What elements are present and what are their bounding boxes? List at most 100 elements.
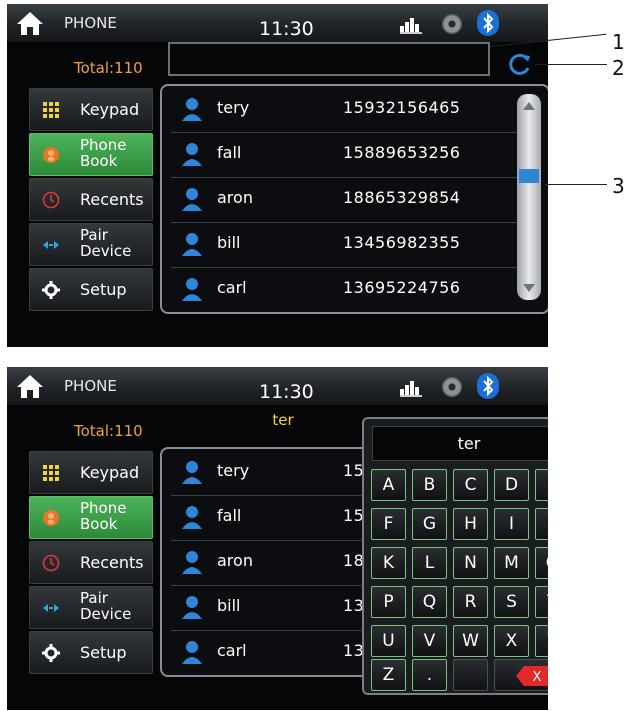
onscreen-keyboard: ter A B C D E F G H I J K L N M O P Q R … bbox=[362, 417, 548, 695]
key-t[interactable]: T bbox=[535, 586, 548, 618]
key-l[interactable]: L bbox=[412, 547, 447, 579]
contact-row[interactable]: bill 13456982355 bbox=[171, 223, 521, 268]
key-q[interactable]: Q bbox=[412, 586, 447, 618]
gear-icon bbox=[42, 644, 60, 662]
sidebar-item-recents[interactable]: Recents bbox=[29, 541, 153, 584]
status-bar: PHONE 11:30 bbox=[7, 367, 548, 405]
scroll-thumb[interactable] bbox=[519, 169, 539, 183]
clock-icon bbox=[42, 554, 60, 572]
key-a[interactable]: A bbox=[371, 469, 406, 501]
sidebar-item-recents[interactable]: Recents bbox=[29, 178, 153, 221]
key-p[interactable]: P bbox=[371, 586, 406, 618]
key-i[interactable]: I bbox=[494, 508, 529, 540]
phonebook-icon bbox=[43, 510, 59, 526]
callout-line-2 bbox=[535, 64, 607, 65]
sidebar-item-pair-device[interactable]: Pair Device bbox=[29, 586, 153, 629]
gear-icon bbox=[42, 281, 60, 299]
sidebar-item-phone-book[interactable]: Phone Book bbox=[29, 133, 153, 176]
key-w[interactable]: W bbox=[453, 625, 488, 657]
key-u[interactable]: U bbox=[371, 625, 406, 657]
sidebar-item-label: Pair Device bbox=[80, 589, 132, 623]
phone-screen-search-keyboard: PHONE 11:30 Total:110 ter Keypad Phone B… bbox=[7, 367, 548, 710]
clock-icon bbox=[42, 191, 60, 209]
person-icon bbox=[182, 596, 202, 619]
person-icon bbox=[182, 506, 202, 529]
sidebar-item-label: Pair Device bbox=[80, 226, 132, 260]
contact-number: 13695224756 bbox=[343, 278, 461, 297]
keypad-icon bbox=[43, 102, 59, 118]
disc-icon[interactable] bbox=[442, 377, 462, 397]
key-g[interactable]: G bbox=[412, 508, 447, 540]
contact-row[interactable]: fall 15889653256 bbox=[171, 133, 521, 178]
search-input[interactable] bbox=[168, 42, 490, 76]
backspace-label: X bbox=[533, 670, 542, 685]
sidebar-item-label: Keypad bbox=[80, 100, 140, 119]
sidebar-item-setup[interactable]: Setup bbox=[29, 268, 153, 311]
scrollbar[interactable] bbox=[517, 94, 541, 300]
home-icon[interactable] bbox=[16, 10, 44, 36]
sidebar-item-label: Phone Book bbox=[80, 136, 127, 170]
person-icon bbox=[182, 233, 202, 256]
sidebar-item-label: Phone Book bbox=[80, 499, 127, 533]
key-b[interactable]: B bbox=[412, 469, 447, 501]
contact-name: fall bbox=[217, 506, 242, 525]
contact-number: 15932156465 bbox=[343, 98, 461, 117]
sidebar-item-setup[interactable]: Setup bbox=[29, 631, 153, 674]
sidebar-item-label: Keypad bbox=[80, 463, 140, 482]
contact-list[interactable]: tery 15932156465 fall 15889653256 aron 1… bbox=[160, 84, 548, 314]
phonebook-icon bbox=[43, 147, 59, 163]
key-e[interactable]: E bbox=[535, 469, 548, 501]
key-x[interactable]: X bbox=[494, 625, 529, 657]
disc-icon[interactable] bbox=[442, 14, 462, 34]
total-count: Total:110 bbox=[74, 422, 143, 440]
contact-name: fall bbox=[217, 143, 242, 162]
key-o[interactable]: O bbox=[535, 547, 548, 579]
pair-icon bbox=[43, 241, 59, 249]
person-icon bbox=[182, 278, 202, 301]
equalizer-icon[interactable] bbox=[400, 16, 422, 34]
key-s[interactable]: S bbox=[494, 586, 529, 618]
contact-name: tery bbox=[217, 98, 250, 117]
pair-icon bbox=[43, 604, 59, 612]
sidebar-item-keypad[interactable]: Keypad bbox=[29, 88, 153, 131]
bluetooth-icon[interactable] bbox=[477, 10, 499, 36]
sidebar-item-keypad[interactable]: Keypad bbox=[29, 451, 153, 494]
key-period[interactable]: . bbox=[412, 659, 447, 691]
scroll-down-arrow-icon[interactable] bbox=[523, 284, 535, 292]
contact-name: bill bbox=[217, 596, 241, 615]
person-icon bbox=[182, 641, 202, 664]
key-k[interactable]: K bbox=[371, 547, 406, 579]
sidebar-item-pair-device[interactable]: Pair Device bbox=[29, 223, 153, 266]
callout-number-2: 2 bbox=[612, 56, 625, 80]
backspace-key[interactable]: X bbox=[494, 659, 548, 691]
keyboard-input-display[interactable]: ter bbox=[372, 426, 548, 461]
key-n[interactable]: N bbox=[453, 547, 488, 579]
key-f[interactable]: F bbox=[371, 508, 406, 540]
contact-row[interactable]: aron 18865329854 bbox=[171, 178, 521, 223]
key-y[interactable]: Y bbox=[535, 625, 548, 657]
bluetooth-icon[interactable] bbox=[477, 373, 499, 399]
contact-name: aron bbox=[217, 551, 253, 570]
refresh-icon[interactable] bbox=[507, 51, 533, 77]
key-z[interactable]: Z bbox=[371, 659, 406, 691]
key-d[interactable]: D bbox=[494, 469, 529, 501]
scroll-up-arrow-icon[interactable] bbox=[523, 102, 535, 110]
home-icon[interactable] bbox=[16, 373, 44, 399]
app-title: PHONE bbox=[64, 14, 117, 32]
key-h[interactable]: H bbox=[453, 508, 488, 540]
contact-row[interactable]: tery 15932156465 bbox=[171, 88, 521, 133]
key-c[interactable]: C bbox=[453, 469, 488, 501]
status-bar: PHONE 11:30 bbox=[7, 4, 548, 42]
sidebar-item-label: Recents bbox=[80, 190, 144, 209]
equalizer-icon[interactable] bbox=[400, 379, 422, 397]
key-m[interactable]: M bbox=[494, 547, 529, 579]
contact-number: 18865329854 bbox=[343, 188, 461, 207]
sidebar-item-phone-book[interactable]: Phone Book bbox=[29, 496, 153, 539]
key-v[interactable]: V bbox=[412, 625, 447, 657]
callout-number-1: 1 bbox=[612, 30, 625, 54]
contact-row[interactable]: carl 13695224756 bbox=[171, 268, 521, 312]
key-r[interactable]: R bbox=[453, 586, 488, 618]
key-j[interactable]: J bbox=[535, 508, 548, 540]
key-blank[interactable] bbox=[453, 659, 488, 691]
contact-number: 13456982355 bbox=[343, 233, 461, 252]
